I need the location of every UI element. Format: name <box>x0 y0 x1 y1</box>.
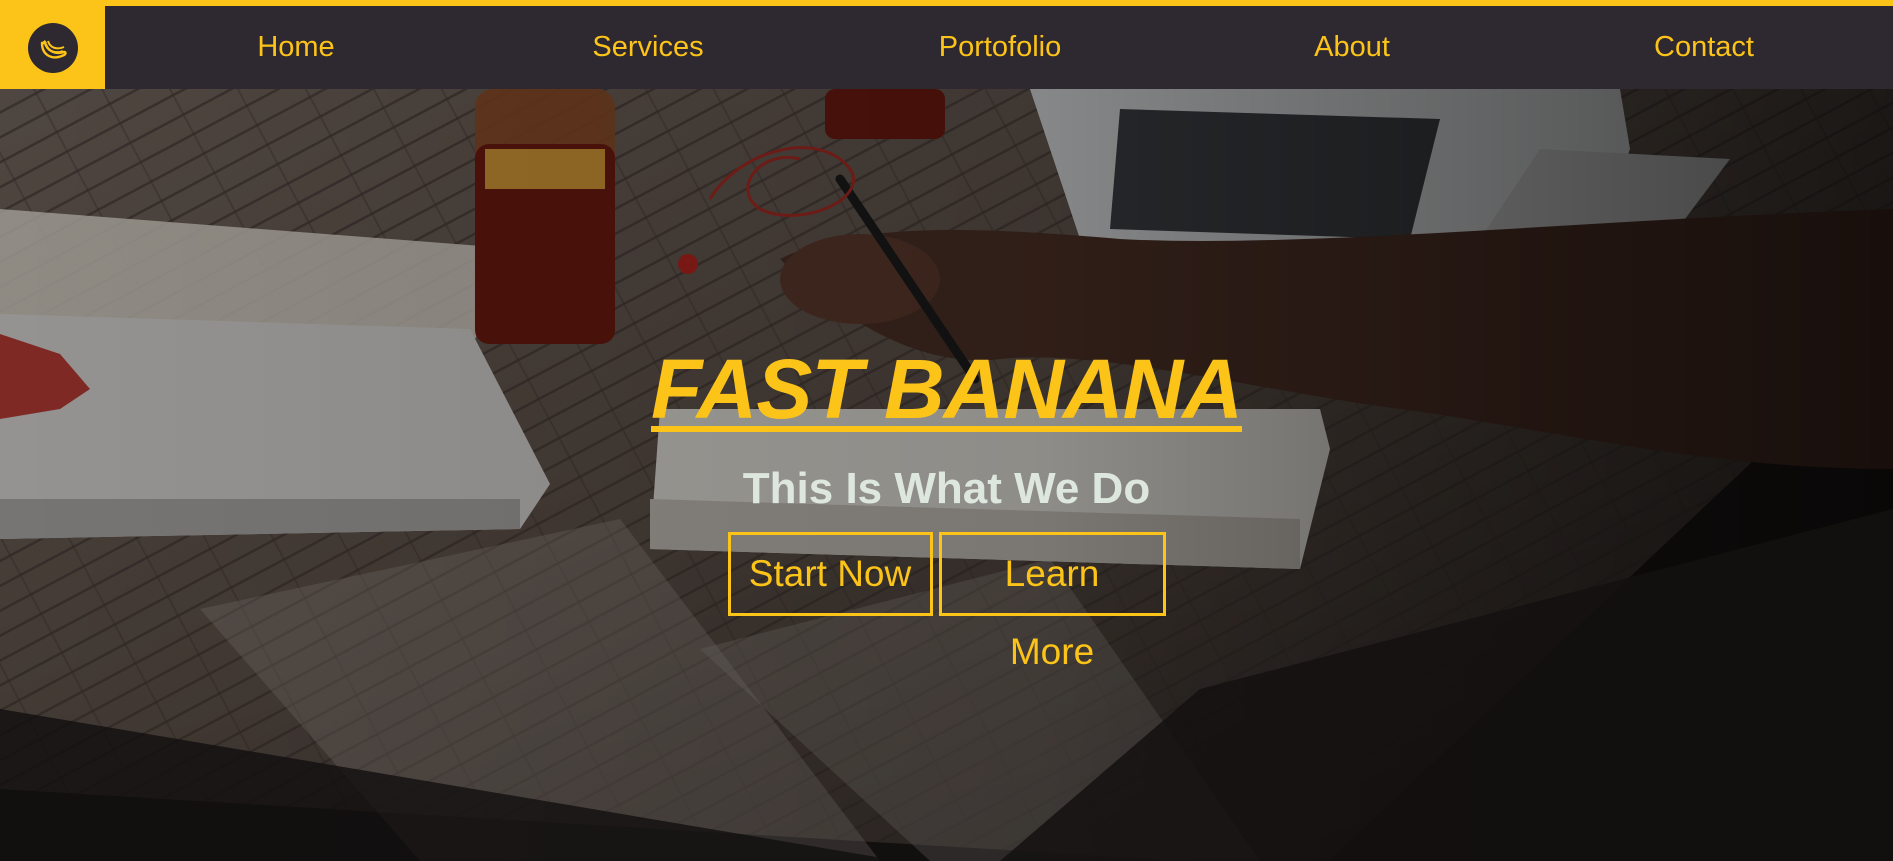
start-now-button[interactable]: Start Now <box>727 532 933 616</box>
hero-actions: Start Now Learn More <box>0 532 1893 672</box>
landing-page: Home Services Portofolio About Contact F… <box>0 0 1893 861</box>
banana-icon <box>40 39 67 59</box>
nav-contact[interactable]: Contact <box>1654 6 1754 89</box>
hero-section: FAST BANANA This Is What We Do Start Now… <box>0 89 1893 861</box>
nav-home[interactable]: Home <box>257 6 334 89</box>
nav-about[interactable]: About <box>1314 6 1390 89</box>
nav-portfolio[interactable]: Portofolio <box>939 6 1062 89</box>
nav-services[interactable]: Services <box>592 6 703 89</box>
hero-subtitle: This Is What We Do <box>742 464 1151 513</box>
learn-more-button[interactable]: Learn More <box>938 532 1166 672</box>
logo-link[interactable] <box>0 6 105 89</box>
main-nav: Home Services Portofolio About Contact <box>105 6 1893 89</box>
logo-badge <box>27 22 78 73</box>
navbar: Home Services Portofolio About Contact <box>0 6 1893 89</box>
